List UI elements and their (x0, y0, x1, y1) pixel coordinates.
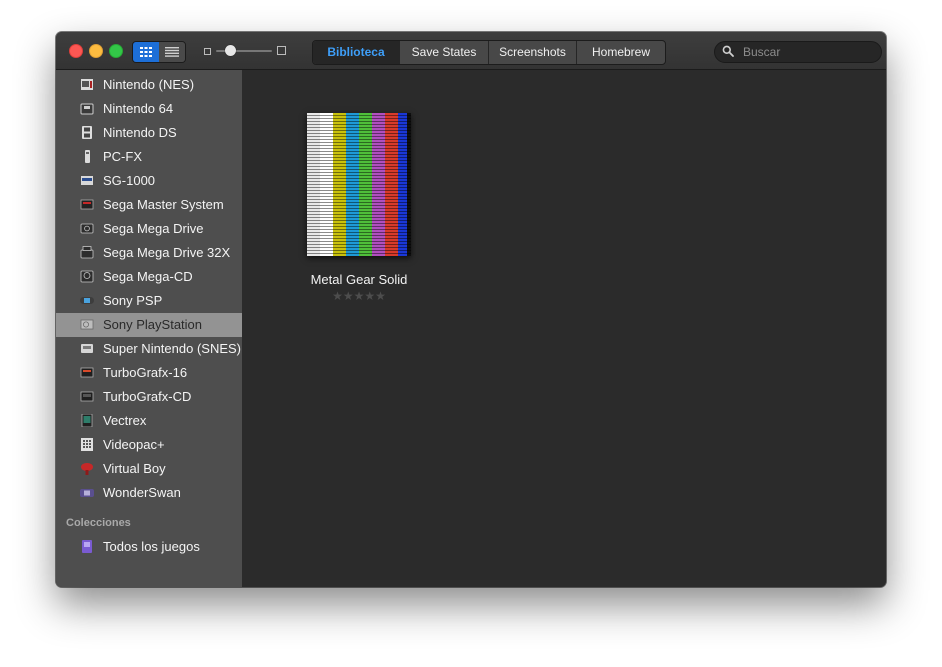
close-window-button[interactable] (69, 44, 83, 58)
snes-console-icon (81, 344, 93, 353)
mega-drive-32x-console-icon (80, 246, 94, 259)
sidebar-item-label: Todos los juegos (103, 539, 200, 554)
game-cover[interactable] (307, 113, 411, 256)
sidebar-item-sega-master-system[interactable]: Sega Master System (56, 193, 242, 217)
slider-knob[interactable] (225, 45, 236, 56)
sidebar-item-sg-1000[interactable]: SG-1000 (56, 169, 242, 193)
list-icon (165, 47, 179, 57)
sidebar-item-label: Videopac+ (103, 437, 165, 452)
sidebar-item-label: Vectrex (103, 413, 147, 428)
library-grid: Metal Gear Solid ★★★★★ (242, 70, 886, 587)
sidebar-item-label: Nintendo 64 (103, 101, 174, 116)
list-view-button[interactable] (159, 42, 185, 62)
game-title: Metal Gear Solid (310, 272, 408, 287)
collections-header: Colecciones (66, 517, 131, 529)
section-tabs: Biblioteca Save States Screenshots Homeb… (312, 40, 666, 65)
sidebar-item-label: Sony PSP (103, 293, 163, 308)
sidebar-item-label: Virtual Boy (103, 461, 166, 476)
virtual-boy-icon (81, 463, 93, 475)
zoom-window-button[interactable] (109, 44, 123, 58)
sidebar-item-label: Sega Mega Drive (103, 221, 204, 236)
turbografx-cd-console-icon (80, 391, 94, 402)
view-mode-switch (132, 41, 186, 63)
sidebar-item-label: SG-1000 (103, 173, 156, 188)
search-icon (722, 45, 734, 57)
sidebar-item-sega-mega-cd[interactable]: Sega Mega-CD (56, 265, 242, 289)
nes-console-icon (81, 79, 93, 90)
sidebar-item-label: WonderSwan (103, 485, 181, 500)
large-size-icon (277, 46, 286, 55)
n64-console-icon (80, 103, 94, 115)
sidebar-item-turbografx-cd[interactable]: TurboGrafx-CD (56, 385, 242, 409)
toolbar: Biblioteca Save States Screenshots Homeb… (56, 32, 886, 70)
sidebar-item-videopac[interactable]: Videopac+ (56, 433, 242, 457)
videopac-console-icon (81, 438, 93, 451)
sidebar-item-todos-los-juegos[interactable]: Todos los juegos (56, 535, 242, 559)
tab-screenshots[interactable]: Screenshots (488, 41, 576, 64)
sidebar-item-label: TurboGrafx-CD (103, 389, 192, 404)
app-window: Biblioteca Save States Screenshots Homeb… (56, 32, 886, 587)
wonderswan-handheld-icon (80, 489, 94, 497)
tab-save-states[interactable]: Save States (399, 41, 488, 64)
sidebar-item-turbografx-16[interactable]: TurboGrafx-16 (56, 361, 242, 385)
sidebar-item-label: TurboGrafx-16 (103, 365, 188, 380)
small-size-icon (204, 48, 211, 55)
cover-size-slider[interactable] (204, 44, 288, 58)
sidebar-item-snes[interactable]: Super Nintendo (SNES) (56, 337, 242, 361)
sidebar-item-pc-fx[interactable]: PC-FX (56, 145, 242, 169)
search-input[interactable] (743, 44, 871, 59)
sidebar-item-nes[interactable]: Nintendo (NES) (56, 73, 242, 97)
sidebar-item-sega-mega-drive[interactable]: Sega Mega Drive (56, 217, 242, 241)
sidebar-item-label: Sega Mega Drive 32X (103, 245, 231, 260)
sidebar-item-label: Sega Master System (103, 197, 224, 212)
sidebar-item-vectrex[interactable]: Vectrex (56, 409, 242, 433)
grid-icon (140, 47, 152, 57)
tab-biblioteca[interactable]: Biblioteca (313, 41, 399, 64)
search-field[interactable] (714, 41, 882, 63)
sidebar-item-sony-psp[interactable]: Sony PSP (56, 289, 242, 313)
sidebar: Nintendo (NES) Nintendo 64 Nintendo DS P… (56, 70, 242, 587)
sidebar-item-sega-mega-drive-32x[interactable]: Sega Mega Drive 32X (56, 241, 242, 265)
sidebar-item-nds[interactable]: Nintendo DS (56, 121, 242, 145)
sidebar-item-n64[interactable]: Nintendo 64 (56, 97, 242, 121)
turbografx16-console-icon (80, 367, 94, 378)
sidebar-item-sony-playstation[interactable]: Sony PlayStation (56, 313, 242, 337)
minimize-window-button[interactable] (89, 44, 103, 58)
mega-drive-console-icon (80, 223, 94, 234)
sidebar-item-wonderswan[interactable]: WonderSwan (56, 481, 242, 505)
psp-handheld-icon (80, 297, 94, 304)
nds-handheld-icon (82, 126, 92, 139)
grid-view-button[interactable] (133, 42, 159, 62)
playstation-console-icon (80, 319, 94, 330)
master-system-console-icon (80, 199, 94, 210)
collection-icon (82, 540, 92, 553)
tab-homebrew[interactable]: Homebrew (576, 41, 665, 64)
sidebar-item-label: PC-FX (103, 149, 142, 164)
sidebar-item-label: Sega Mega-CD (103, 269, 193, 284)
mega-cd-console-icon (80, 270, 94, 283)
sidebar-item-virtual-boy[interactable]: Virtual Boy (56, 457, 242, 481)
game-rating[interactable]: ★★★★★ (294, 289, 424, 303)
color-bars-cover (307, 113, 411, 256)
vectrex-console-icon (81, 414, 93, 427)
sg1000-console-icon (81, 176, 93, 185)
sidebar-item-label: Super Nintendo (SNES) (103, 341, 242, 356)
sidebar-item-label: Nintendo DS (103, 125, 177, 140)
pcfx-console-icon (85, 150, 90, 163)
sidebar-item-label: Sony PlayStation (103, 317, 203, 332)
sidebar-item-label: Nintendo (NES) (103, 77, 195, 92)
